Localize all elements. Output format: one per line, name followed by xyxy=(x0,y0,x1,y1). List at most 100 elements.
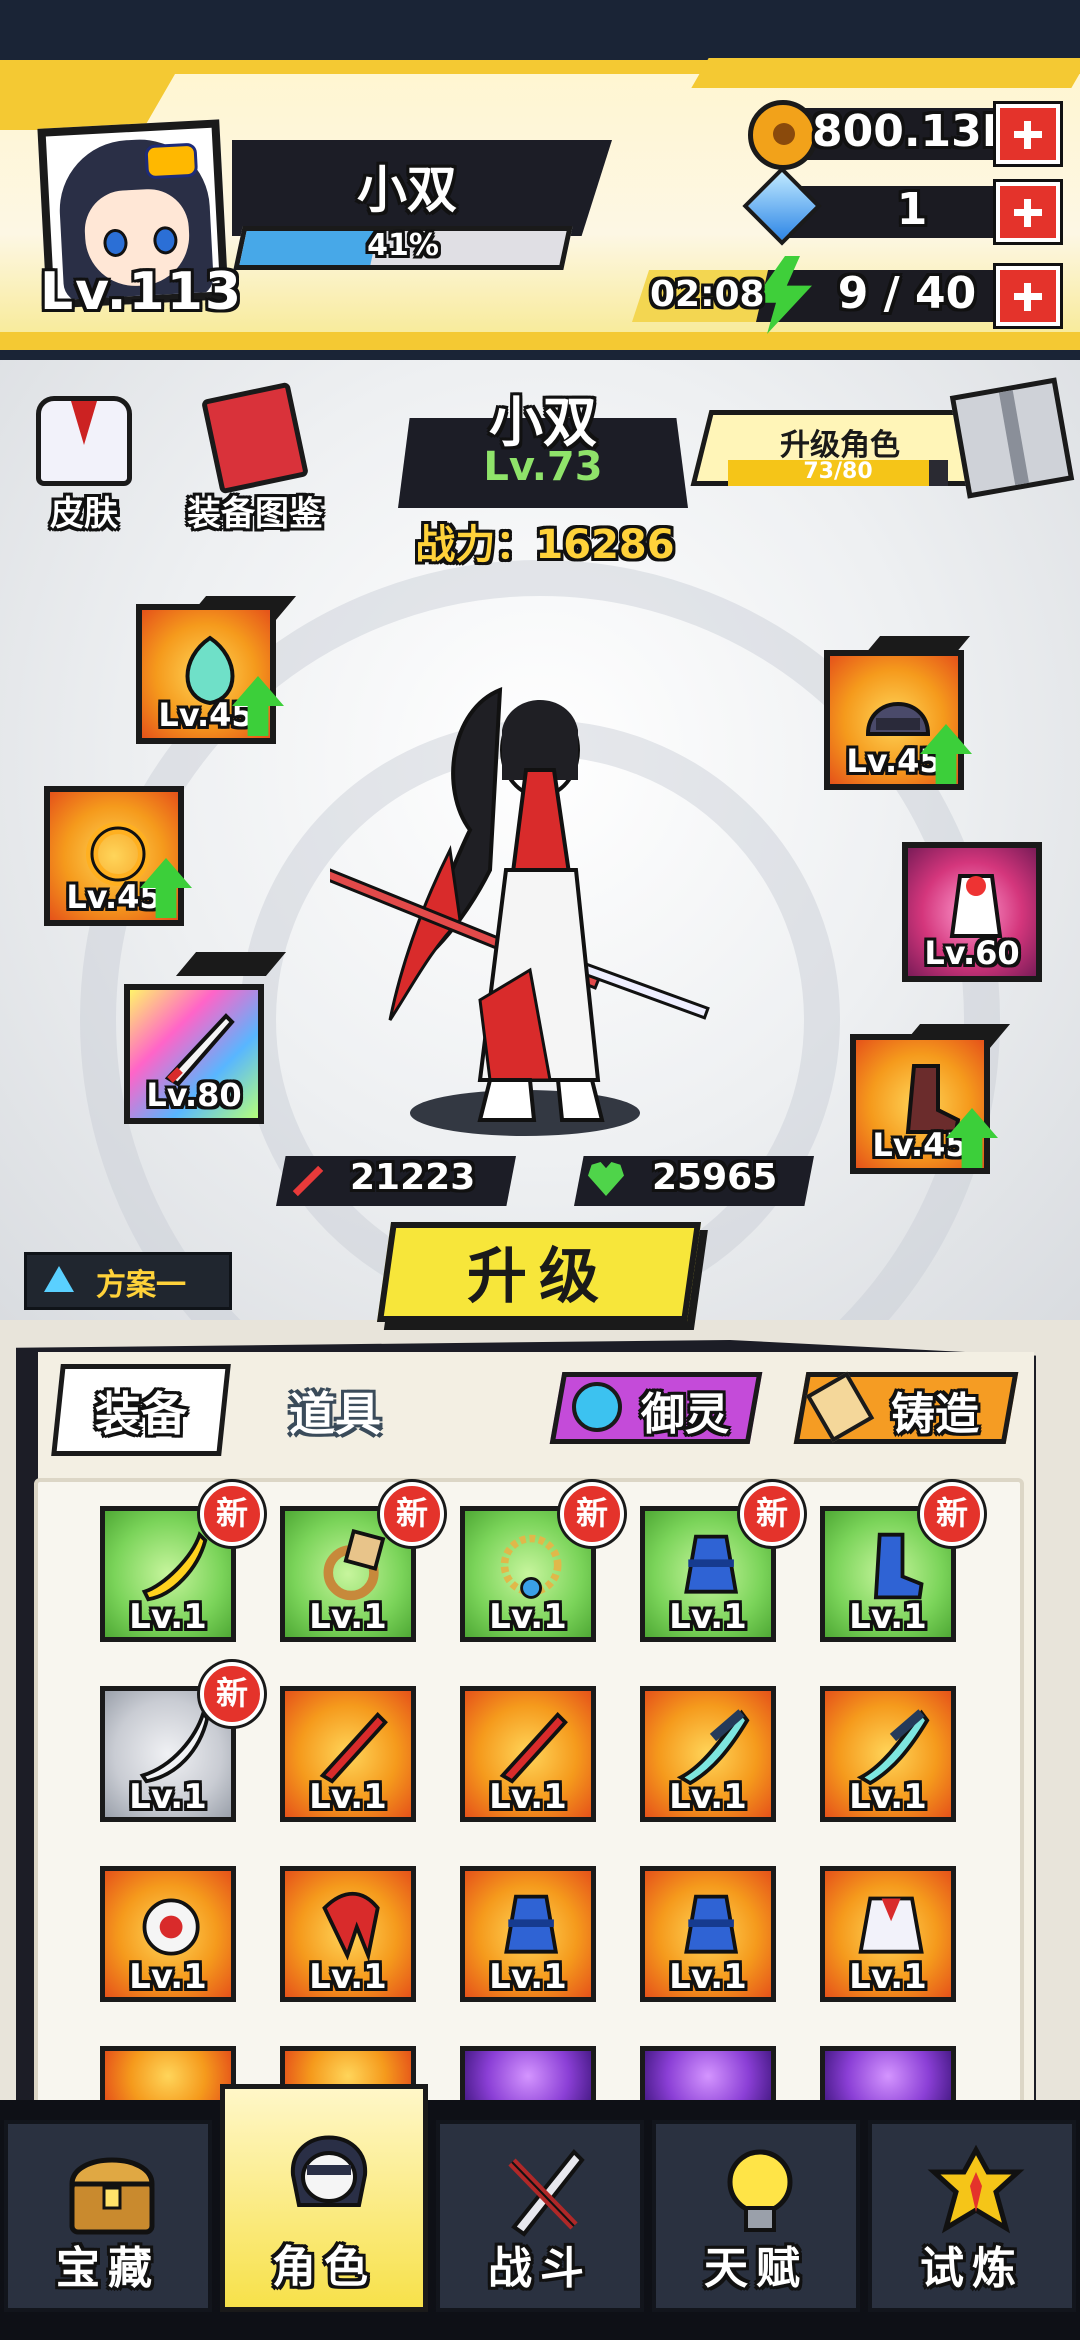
character-icon xyxy=(290,2135,368,2207)
nav-character-label: 角色 xyxy=(272,2242,376,2293)
equip-codex-button[interactable]: 装备图鉴 xyxy=(170,381,340,535)
yuling-label: 御灵 xyxy=(641,1389,729,1440)
tab-equipment-label: 装备 xyxy=(95,1387,187,1441)
inventory-item-partial[interactable] xyxy=(640,2046,776,2106)
attack-value: 21223 xyxy=(350,1157,476,1198)
item-level: Lv.1 xyxy=(129,1597,207,1637)
item-level: Lv.1 xyxy=(849,1957,927,1997)
steel-blade-icon xyxy=(139,1709,210,1784)
add-gold-button[interactable] xyxy=(996,104,1060,164)
nav-treasure[interactable]: 宝藏 xyxy=(4,2120,212,2312)
item-level: Lv.1 xyxy=(309,1957,387,1997)
nav-battle-label: 战斗 xyxy=(488,2243,592,2294)
avatar-ribbon xyxy=(144,142,199,180)
item-level: Lv.1 xyxy=(669,1597,747,1637)
inventory-item[interactable]: Lv.1 xyxy=(280,1866,416,2002)
upgrade-character-label: 升级角色 xyxy=(780,428,900,463)
item-level: Lv.1 xyxy=(849,1777,927,1817)
item-level: Lv.1 xyxy=(489,1777,567,1817)
banana-blade-icon xyxy=(141,1531,208,1602)
inventory-item-partial[interactable] xyxy=(100,2046,236,2106)
equip-slot-armor[interactable]: Lv.60 xyxy=(902,842,1042,982)
bead-necklace-icon xyxy=(500,1534,562,1599)
slot-level: Lv.80 xyxy=(146,1076,242,1114)
nav-trial[interactable]: 试炼 xyxy=(868,2120,1076,2312)
spirit-orb-icon xyxy=(572,1382,622,1432)
item-level: Lv.1 xyxy=(849,1597,927,1637)
hp-value: 25965 xyxy=(652,1157,778,1198)
skin-label: 皮肤 xyxy=(50,494,118,534)
nav-battle[interactable]: 战斗 xyxy=(436,2120,644,2312)
item-level: Lv.1 xyxy=(489,1957,567,1997)
codex-book-icon xyxy=(201,381,309,495)
ice-blade-icon xyxy=(676,1709,750,1785)
item-level: Lv.1 xyxy=(309,1597,387,1637)
inventory-item[interactable]: Lv.1 xyxy=(820,1866,956,2002)
inventory-item[interactable]: Lv.1 xyxy=(460,1686,596,1822)
inventory-item[interactable]: Lv.1 xyxy=(640,1686,776,1822)
inventory-item-partial[interactable] xyxy=(460,2046,596,2106)
inventory-item-partial[interactable] xyxy=(820,2046,956,2106)
item-level: Lv.1 xyxy=(669,1777,747,1817)
blue-robe-icon xyxy=(684,1894,739,1954)
inventory-item[interactable]: Lv.1 xyxy=(460,1866,596,2002)
item-level: Lv.1 xyxy=(129,1957,207,1997)
nav-treasure-label: 宝藏 xyxy=(56,2243,160,2294)
new-badge: 新 xyxy=(560,1482,624,1546)
bronze-ring-icon xyxy=(323,1529,386,1601)
gem-counter: 1 xyxy=(742,166,1074,246)
header-decor xyxy=(691,58,1080,88)
sailor-top-icon xyxy=(858,1896,924,1954)
gift-box-icon[interactable] xyxy=(949,377,1075,499)
item-level: Lv.1 xyxy=(489,1597,567,1637)
blue-robe-icon xyxy=(504,1894,559,1954)
inventory-item[interactable]: Lv.1 xyxy=(640,1866,776,2002)
upgrade-button-label: 升级 xyxy=(467,1242,611,1312)
lightbulb-icon xyxy=(727,2149,793,2232)
loadout-plan-label: 方案一 xyxy=(96,1268,186,1303)
blue-robe-icon xyxy=(684,1534,739,1594)
new-badge: 新 xyxy=(200,1482,264,1546)
ice-blade-icon xyxy=(856,1709,930,1785)
red-scarf-icon xyxy=(322,1892,380,1963)
gold-counter: 800.13K xyxy=(748,100,1074,170)
new-badge: 新 xyxy=(740,1482,804,1546)
add-gems-button[interactable] xyxy=(996,182,1060,242)
paw-coin-icon xyxy=(748,100,818,170)
hero-level: Lv.73 xyxy=(483,444,603,490)
inventory-item[interactable]: Lv.1 xyxy=(100,1866,236,2002)
skin-button[interactable]: 皮肤 xyxy=(14,396,154,535)
trial-emblem-icon xyxy=(927,2144,1025,2234)
new-badge: 新 xyxy=(920,1482,984,1546)
exp-percent: 41% xyxy=(367,228,439,263)
blue-boot-icon xyxy=(873,1532,924,1600)
energy-timer: 02:08 xyxy=(650,274,765,315)
player-name: 小双 xyxy=(357,161,457,219)
nav-talent[interactable]: 天赋 xyxy=(652,2120,860,2312)
nav-trial-label: 试炼 xyxy=(920,2243,1024,2294)
inventory-item[interactable]: Lv.1 xyxy=(280,1686,416,1822)
tab-items-label: 道具 xyxy=(289,1387,381,1441)
forge-label: 铸造 xyxy=(891,1389,979,1440)
hero-character[interactable] xyxy=(330,670,750,1140)
item-level: Lv.1 xyxy=(669,1957,747,1997)
red-blade-icon xyxy=(499,1711,568,1784)
nav-talent-label: 天赋 xyxy=(704,2243,808,2294)
combat-power: 战力：16286 xyxy=(415,522,675,568)
gem-amount: 1 xyxy=(896,184,928,235)
equip-slot-weapon[interactable]: Lv.80 xyxy=(124,984,264,1124)
battle-icon xyxy=(508,2149,585,2237)
player-level: Lv.113 xyxy=(40,262,244,322)
sailor-shirt-icon xyxy=(36,396,132,486)
red-blade-icon xyxy=(319,1711,388,1784)
nav-character[interactable]: 角色 xyxy=(220,2084,428,2312)
add-energy-button[interactable] xyxy=(996,266,1060,326)
inventory-item[interactable]: Lv.1 xyxy=(820,1686,956,1822)
item-level: Lv.1 xyxy=(309,1777,387,1817)
energy-amount: 9 / 40 xyxy=(837,268,977,319)
upgrade-character-progress-text: 73/80 xyxy=(803,459,873,484)
new-badge: 新 xyxy=(200,1662,264,1726)
equip-codex-label: 装备图鉴 xyxy=(187,494,323,534)
item-level: Lv.1 xyxy=(129,1777,207,1817)
gold-amount: 800.13K xyxy=(812,106,1016,157)
